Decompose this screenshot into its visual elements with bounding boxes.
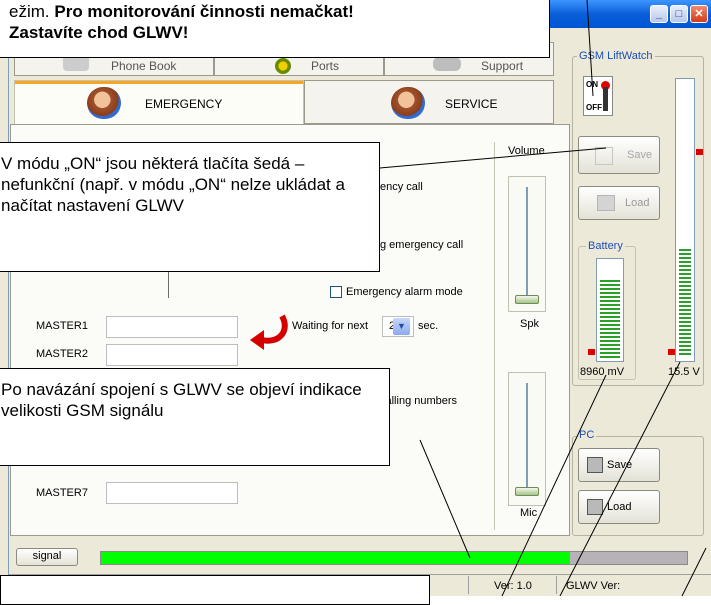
callout-top: ežim. Pro monitorování činnosti nemačkat… [0, 0, 550, 58]
callout-signal: Po navázání spojení s GLWV se objeví ind… [0, 368, 390, 466]
application-window: _ □ ✕ Phone Book Ports Support EMERGENCY… [0, 0, 711, 605]
callout-top-text: ežim. [9, 2, 50, 21]
callout-mid: V módu „ON“ jsou některá tlačíta šedá – … [0, 142, 380, 272]
annotation-lines [379, 0, 707, 596]
callout-top-bold-2: Zastavíte chod GLWV! [9, 23, 189, 42]
callout-top-bold-1: Pro monitorování činnosti nemačkat! [54, 2, 354, 21]
callout-mid-text: V módu „ON“ jsou některá tlačíta šedá – … [1, 154, 345, 215]
callout-signal-text: Po navázání spojení s GLWV se objeví ind… [1, 380, 362, 420]
callout-bottom [0, 575, 430, 605]
